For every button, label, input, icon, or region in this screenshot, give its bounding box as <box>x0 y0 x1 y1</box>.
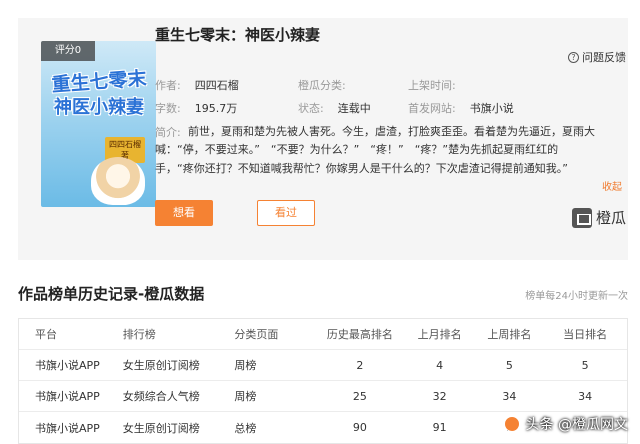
cell-platform: 书旗小说APP <box>35 359 100 372</box>
cover-title-line2: 神医小辣妻 <box>54 97 144 118</box>
cell-highest-rank: 25 <box>352 389 367 403</box>
feedback-label: 问题反馈 <box>582 51 626 64</box>
header-highest-rank: 历史最高排名 <box>326 328 393 341</box>
meta-author-key: 作者: <box>155 79 181 92</box>
watermark-text: 头条 @橙瓜网文 <box>525 417 628 433</box>
watermark: 头条 @橙瓜网文 <box>503 414 628 434</box>
table-header-row: 平台 排行榜 分类页面 历史最高排名 上月排名 上周排名 当日排名 <box>19 319 627 350</box>
cell-last-month: 32 <box>432 389 447 403</box>
cell-list: 女生原创订阅榜 <box>122 359 200 372</box>
meta-status: 状态: 连载中 <box>298 100 371 116</box>
meta-site-value[interactable]: 书旗小说 <box>470 102 514 115</box>
table-row: 书旗小说APP 女频综合人气榜 周榜 25 32 34 34 <box>19 381 627 412</box>
meta-category-key: 橙瓜分类: <box>298 79 346 92</box>
cell-last-week: 5 <box>505 358 513 372</box>
cell-highest-rank: 2 <box>356 358 364 372</box>
cell-platform: 书旗小说APP <box>35 390 100 403</box>
cell-category-page: 周榜 <box>234 359 257 372</box>
ranking-section-title: 作品榜单历史记录-橙瓜数据 <box>18 285 205 303</box>
desc-line-2: 喊：“停，不要过来。” “不要？为什么？” “疼！” “疼？”楚为先抓起夏雨红红… <box>155 143 559 156</box>
meta-author: 作者: 四四石榴 <box>155 77 239 93</box>
cell-today: 34 <box>578 389 593 403</box>
cell-list: 女生原创订阅榜 <box>122 421 200 435</box>
cover-illustration <box>91 157 145 205</box>
meta-category: 橙瓜分类: <box>298 77 360 93</box>
cell-category-page: 总榜 <box>234 421 257 435</box>
header-platform: 平台 <box>35 328 57 341</box>
cell-list: 女频综合人气榜 <box>122 390 200 403</box>
header-last-week: 上周排名 <box>487 328 532 341</box>
cell-highest-rank: 90 <box>352 421 367 434</box>
book-cover[interactable]: 评分0 重生七零末 神医小辣妻 四四石榴著 <box>41 41 156 207</box>
meta-words-key: 字数: <box>155 102 181 115</box>
cell-last-month: 4 <box>436 358 444 372</box>
meta-words-value: 195.7万 <box>194 102 238 115</box>
brand-box-icon <box>571 207 592 228</box>
desc-label: 简介: <box>155 126 181 139</box>
meta-status-value: 连载中 <box>337 102 371 115</box>
meta-words: 字数: 195.7万 <box>155 100 237 116</box>
watermark-avatar-icon <box>503 416 520 432</box>
meta-site: 首发网站: 书旗小说 <box>408 100 514 116</box>
desc-line-1: 前世，夏雨和楚为先被人害死。今生，虐渣，打脸爽歪歪。看着楚为先逼近，夏雨大 <box>188 125 595 138</box>
cell-last-month: 91 <box>432 421 447 434</box>
header-today: 当日排名 <box>563 328 608 341</box>
book-title: 重生七零末：神医小辣妻 <box>155 26 321 44</box>
header-category-page: 分类页面 <box>234 328 279 341</box>
ranking-update-note: 榜单每24小时更新一次 <box>525 291 628 302</box>
cell-category-page: 周榜 <box>234 390 257 403</box>
table-row: 书旗小说APP 女生原创订阅榜 周榜 2 4 5 5 <box>19 350 627 381</box>
collapse-link[interactable]: 收起 <box>602 178 622 193</box>
feedback-link[interactable]: ? 问题反馈 <box>568 49 626 65</box>
have-read-button[interactable]: 看过 <box>257 200 315 226</box>
brand-label: 橙瓜 <box>595 209 626 227</box>
want-to-read-button[interactable]: 想看 <box>155 200 213 226</box>
cell-today: 5 <box>581 358 589 372</box>
meta-author-value[interactable]: 四四石榴 <box>195 79 239 92</box>
meta-site-key: 首发网站: <box>408 102 456 115</box>
brand-logo: 橙瓜 <box>571 207 626 228</box>
header-list: 排行榜 <box>122 328 156 341</box>
book-description: 前世，夏雨和楚为先被人害死。今生，虐渣，打脸爽歪歪。看着楚为先逼近，夏雨大 <box>188 122 595 141</box>
question-icon: ? <box>568 51 579 63</box>
score-badge: 评分0 <box>41 41 95 61</box>
cell-last-week: 34 <box>502 389 517 403</box>
meta-listed: 上架时间: <box>408 77 470 93</box>
desc-line-3: 手，“疼你还打？不知道喊我帮忙？你嫁男人是干什么的？下次虐渣记得提前通知我。” <box>155 162 568 175</box>
meta-listed-key: 上架时间: <box>408 79 456 92</box>
header-last-month: 上月排名 <box>417 328 462 341</box>
meta-status-key: 状态: <box>298 102 324 115</box>
cell-platform: 书旗小说APP <box>35 421 100 435</box>
